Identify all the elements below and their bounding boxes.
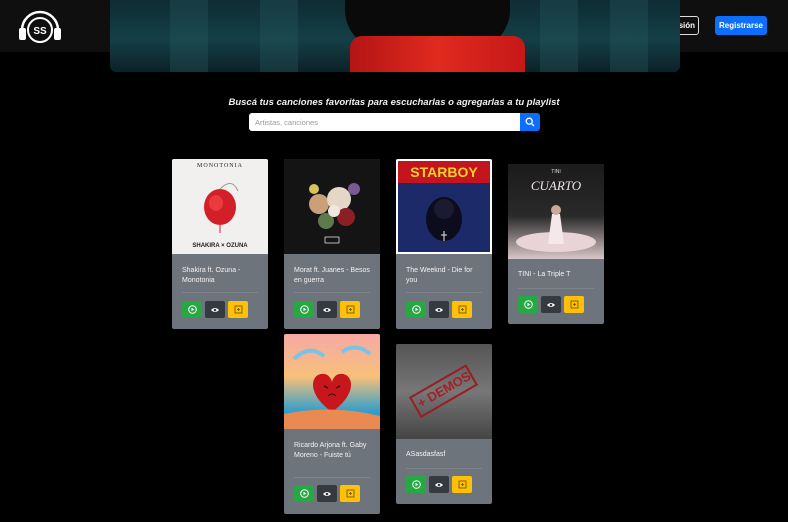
play-button[interactable] bbox=[294, 485, 314, 502]
view-button[interactable] bbox=[429, 476, 449, 493]
song-title: The Weeknd - Die for you bbox=[406, 267, 473, 284]
song-title: Morat ft. Juanes - Besos en guerra bbox=[294, 267, 370, 284]
card-actions bbox=[294, 485, 360, 502]
register-button[interactable]: Registrarse bbox=[715, 16, 767, 35]
play-icon bbox=[299, 489, 309, 498]
add-to-playlist-button[interactable] bbox=[340, 301, 360, 318]
eye-icon bbox=[435, 482, 443, 487]
song-card: TINI CUARTO TINI - La Triple T bbox=[508, 164, 604, 324]
play-icon bbox=[411, 480, 421, 489]
add-to-playlist-icon bbox=[458, 305, 466, 314]
view-button[interactable] bbox=[317, 301, 337, 318]
song-title: TINI - La Triple T bbox=[518, 271, 571, 278]
card-actions bbox=[294, 301, 360, 318]
album-cover[interactable]: TINI CUARTO bbox=[508, 164, 604, 259]
hero-banner-image bbox=[110, 0, 680, 72]
play-icon bbox=[523, 300, 533, 309]
view-button[interactable] bbox=[429, 301, 449, 318]
card-actions bbox=[182, 301, 248, 318]
add-to-playlist-button[interactable] bbox=[452, 476, 472, 493]
add-to-playlist-button[interactable] bbox=[452, 301, 472, 318]
play-button[interactable] bbox=[406, 476, 426, 493]
card-actions bbox=[406, 301, 472, 318]
play-button[interactable] bbox=[406, 301, 426, 318]
eye-icon bbox=[211, 307, 219, 312]
play-button[interactable] bbox=[294, 301, 314, 318]
view-button[interactable] bbox=[317, 485, 337, 502]
search-tagline: Buscá tus canciones favoritas para escuc… bbox=[228, 97, 560, 108]
add-to-playlist-icon bbox=[234, 305, 242, 314]
eye-icon bbox=[435, 307, 443, 312]
search-icon bbox=[525, 117, 535, 127]
add-to-playlist-button[interactable] bbox=[228, 301, 248, 318]
play-icon bbox=[411, 305, 421, 314]
view-button[interactable] bbox=[541, 296, 561, 313]
headphones-logo-icon[interactable]: SS bbox=[16, 8, 64, 46]
add-to-playlist-icon bbox=[458, 480, 466, 489]
album-cover[interactable]: STARBOY bbox=[396, 159, 492, 254]
play-button[interactable] bbox=[518, 296, 538, 313]
album-cover[interactable] bbox=[284, 334, 380, 429]
search-button[interactable] bbox=[520, 113, 540, 131]
album-cover[interactable] bbox=[284, 159, 380, 254]
song-title: ASasdasfasf bbox=[406, 451, 446, 458]
song-card: MONOTONIA SHAKIRA × OZUNA Shakira ft. Oz… bbox=[172, 159, 268, 329]
song-card: Morat ft. Juanes - Besos en guerra bbox=[284, 159, 380, 329]
add-to-playlist-button[interactable] bbox=[340, 485, 360, 502]
album-cover[interactable]: + DEMOS bbox=[396, 344, 492, 439]
add-to-playlist-icon bbox=[570, 300, 578, 309]
play-button[interactable] bbox=[182, 301, 202, 318]
album-cover[interactable]: MONOTONIA SHAKIRA × OZUNA bbox=[172, 159, 268, 254]
song-title: Shakira ft. Ozuna - Monotonia bbox=[182, 267, 241, 284]
add-to-playlist-icon bbox=[346, 305, 354, 314]
play-icon bbox=[299, 305, 309, 314]
eye-icon bbox=[323, 307, 331, 312]
view-button[interactable] bbox=[205, 301, 225, 318]
search-input[interactable] bbox=[249, 113, 520, 131]
song-title: Ricardo Arjona ft. Gaby Moreno - Fuiste … bbox=[294, 442, 367, 459]
card-actions bbox=[406, 476, 472, 493]
card-actions bbox=[518, 296, 584, 313]
svg-text:SS: SS bbox=[33, 26, 47, 37]
add-to-playlist-button[interactable] bbox=[564, 296, 584, 313]
eye-icon bbox=[547, 302, 555, 307]
add-to-playlist-icon bbox=[346, 489, 354, 498]
play-icon bbox=[187, 305, 197, 314]
song-card: STARBOY The Weeknd - Die for you bbox=[396, 159, 492, 329]
eye-icon bbox=[323, 491, 331, 496]
song-card: + DEMOS ASasdasfasf bbox=[396, 344, 492, 504]
song-card: Ricardo Arjona ft. Gaby Moreno - Fuiste … bbox=[284, 334, 380, 514]
